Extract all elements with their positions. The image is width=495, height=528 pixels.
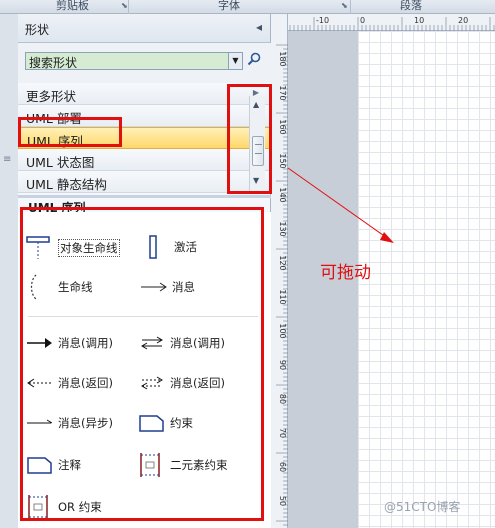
drag-annotation: 可拖动 bbox=[320, 263, 371, 283]
drag-arrow-icon bbox=[287, 167, 394, 243]
watermark: @51CTO博客 bbox=[384, 500, 461, 514]
